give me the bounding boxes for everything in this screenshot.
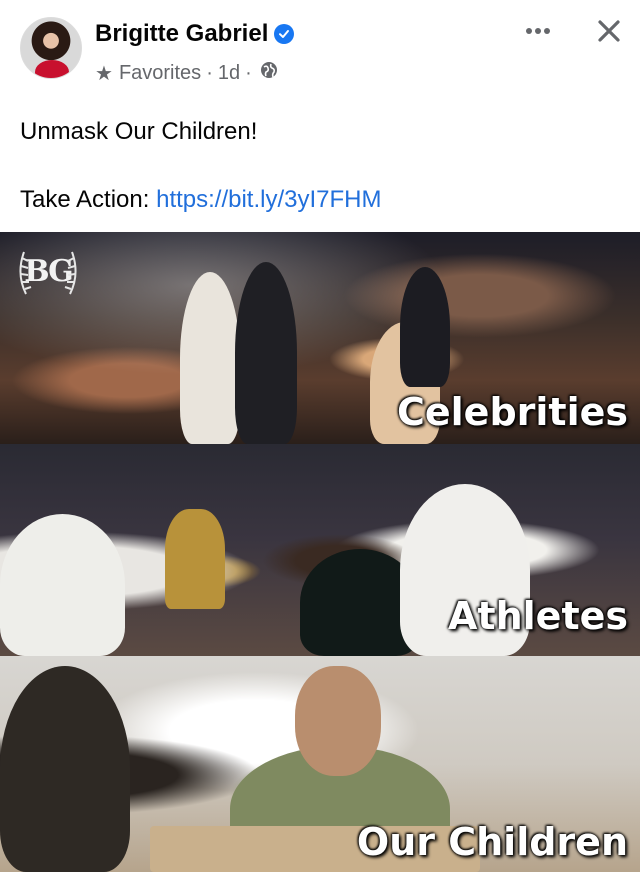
meta-separator: ·	[206, 61, 213, 84]
take-action-line: Take Action: https://bit.ly/3yI7FHM	[20, 186, 382, 214]
author-avatar[interactable]	[20, 17, 82, 79]
student-face	[295, 666, 381, 776]
close-icon[interactable]	[592, 14, 626, 48]
star-icon: ★	[95, 62, 113, 85]
caption-our-children: Our Children	[356, 820, 628, 864]
crowd-figure	[180, 272, 240, 444]
avatar-shirt	[35, 60, 69, 78]
more-options-icon[interactable]	[520, 16, 556, 46]
post-header: Brigitte Gabriel ★ Favorites · 1d ·	[0, 0, 640, 100]
crowd-figure	[235, 262, 297, 444]
take-action-link[interactable]: https://bit.ly/3yI7FHM	[156, 186, 381, 213]
post-timestamp[interactable]: 1d	[218, 62, 240, 85]
post-image[interactable]: BG Celebrities Athletes Our Children	[0, 232, 640, 872]
trophy	[165, 509, 225, 609]
caption-athletes: Athletes	[448, 594, 628, 638]
meta-separator: ·	[245, 61, 252, 84]
children-panel: Our Children	[0, 656, 640, 872]
post-text: Unmask Our Children!	[20, 118, 258, 145]
author-name[interactable]: Brigitte Gabriel	[95, 20, 268, 48]
celebrities-panel: BG Celebrities	[0, 232, 640, 444]
audience-label[interactable]: Favorites	[119, 62, 201, 85]
caption-celebrities: Celebrities	[396, 390, 628, 434]
athlete-figure	[0, 514, 125, 656]
bg-logo: BG	[12, 238, 84, 304]
student-figure	[0, 666, 130, 872]
crowd-figure	[400, 267, 450, 387]
globe-icon	[259, 60, 279, 86]
take-action-label: Take Action:	[20, 186, 150, 213]
verified-badge-icon	[274, 24, 295, 44]
post-meta: ★ Favorites · 1d ·	[95, 60, 279, 86]
author-name-row: Brigitte Gabriel	[95, 20, 295, 48]
athletes-panel: Athletes	[0, 444, 640, 656]
